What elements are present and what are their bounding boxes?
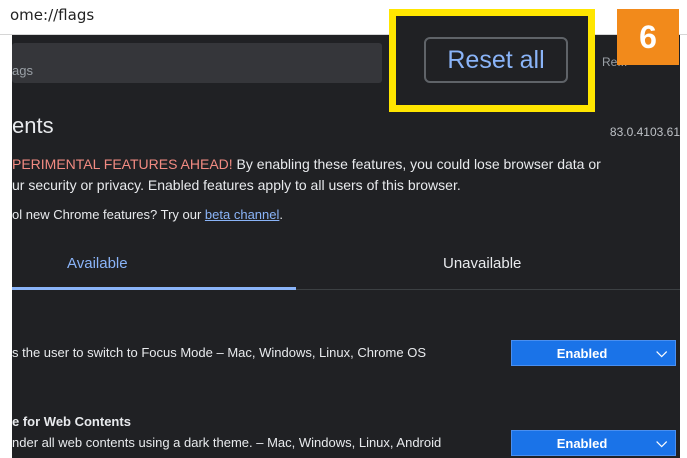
beta-suffix: . [279,207,283,222]
warning-line2: ur security or privacy. Enabled features… [12,177,461,193]
beta-line: ol new Chrome features? Try our beta cha… [12,207,283,222]
page-title: ents [12,113,54,138]
address-url[interactable]: ome://flags [10,6,94,24]
tab-bar: Available Unavailable [12,245,680,290]
chevron-down-icon: ⌵ [656,434,667,450]
beta-prefix: ol new Chrome features? Try our [12,207,205,222]
tab-unavailable[interactable]: Unavailable [443,255,521,272]
highlight-box: Reset all [389,9,595,112]
beta-channel-link[interactable]: beta channel [205,207,279,222]
select-value: Enabled [556,436,608,451]
version-label: 83.0.4103.61 [609,125,680,139]
warning-red: PERIMENTAL FEATURES AHEAD! [12,156,233,172]
warning-text: PERIMENTAL FEATURES AHEAD! By enabling t… [12,154,672,196]
step-number-badge: 6 [617,9,679,65]
reset-all-button[interactable]: Reset all [424,37,568,83]
select-value: Enabled [556,346,608,361]
search-input[interactable]: ags [12,43,382,83]
search-text: ags [12,63,33,78]
feature-select-focus-mode[interactable]: Enabled ⌵ [511,340,676,366]
tab-available[interactable]: Available [67,255,128,272]
feature-desc-dark-mode: nder all web contents using a dark theme… [12,435,442,450]
browser-window: ome://flags ags Re... ents 83.0.4103.61 … [0,0,687,458]
feature-select-dark-mode[interactable]: Enabled ⌵ [511,430,676,456]
chevron-down-icon: ⌵ [656,344,667,360]
feature-desc-focus-mode: s the user to switch to Focus Mode – Mac… [12,345,426,360]
feature-title-dark-mode: e for Web Contents [12,414,131,429]
active-tab-indicator [12,287,296,290]
warning-line1: By enabling these features, you could lo… [232,156,601,172]
